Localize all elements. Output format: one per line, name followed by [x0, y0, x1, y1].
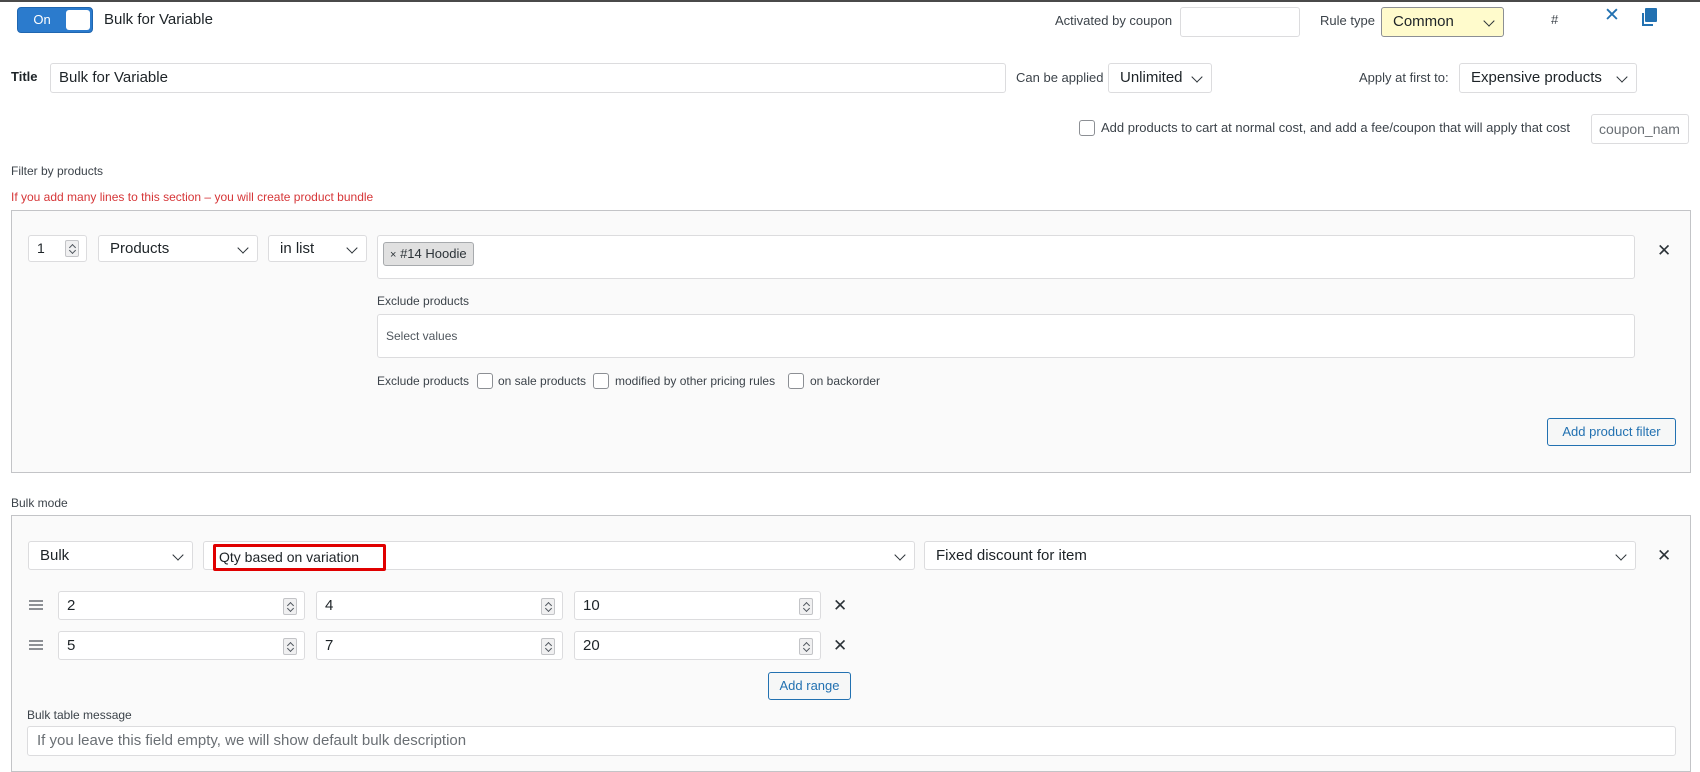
- filter-condition-value: in list: [280, 240, 315, 257]
- drag-handle-icon[interactable]: [29, 640, 43, 650]
- modified-checkbox[interactable]: [593, 373, 609, 389]
- filter-type-value: Products: [110, 240, 170, 257]
- chevron-down-icon: [1616, 71, 1628, 83]
- rule-type-value: Common: [1393, 13, 1454, 30]
- range-value: 10: [583, 597, 600, 614]
- range-value: 20: [583, 637, 600, 654]
- tag-label: #14 Hoodie: [400, 246, 467, 261]
- modified-label: modified by other pricing rules: [615, 374, 776, 388]
- title-input[interactable]: Bulk for Variable: [50, 63, 1006, 93]
- bulk-mode-select[interactable]: Bulk: [28, 541, 193, 570]
- qty-based-value: Qty based on variation: [219, 549, 360, 565]
- on-sale-label: on sale products: [498, 374, 587, 388]
- exclude-products-options-label: Exclude products: [377, 374, 470, 388]
- fee-coupon-checkbox[interactable]: [1079, 120, 1095, 136]
- copy-icon[interactable]: [1642, 8, 1657, 26]
- bulk-mode-value: Bulk: [40, 547, 70, 564]
- bulk-table-message-placeholder: If you leave this field empty, we will s…: [37, 732, 467, 749]
- toggle-label: On: [33, 12, 51, 27]
- stepper-icon[interactable]: [65, 240, 79, 257]
- rule-type-label: Rule type: [1320, 13, 1375, 28]
- range-2-value[interactable]: 20: [574, 631, 821, 660]
- close-icon[interactable]: ✕: [1604, 6, 1620, 26]
- range-1-from[interactable]: 2: [58, 591, 305, 620]
- range-to-value: 7: [325, 637, 334, 654]
- chevron-down-icon: [172, 549, 184, 561]
- chevron-down-icon: [1483, 15, 1495, 27]
- can-be-applied-value: Unlimited: [1120, 69, 1183, 86]
- add-product-filter-button[interactable]: Add product filter: [1547, 418, 1676, 446]
- activated-by-coupon-input[interactable]: [1180, 7, 1300, 37]
- filter-qty-input[interactable]: 1: [28, 235, 87, 262]
- chevron-down-icon: [237, 242, 249, 254]
- range-from-value: 5: [67, 637, 76, 654]
- remove-filter-icon[interactable]: ✕: [1657, 241, 1671, 261]
- remove-range-icon[interactable]: ✕: [833, 636, 847, 656]
- stepper-icon[interactable]: [283, 638, 297, 655]
- fee-coupon-label: Add products to cart at normal cost, and…: [1101, 120, 1570, 135]
- backorder-checkbox[interactable]: [788, 373, 804, 389]
- filter-type-select[interactable]: Products: [98, 235, 258, 262]
- discount-type-select[interactable]: Fixed discount for item: [924, 541, 1636, 570]
- bulk-table-message-input[interactable]: If you leave this field empty, we will s…: [27, 726, 1676, 756]
- title-label: Title: [11, 69, 38, 84]
- exclude-placeholder: Select values: [386, 329, 458, 343]
- tag-remove-icon[interactable]: ×: [390, 249, 396, 261]
- stepper-icon[interactable]: [799, 638, 813, 655]
- activated-by-coupon-label: Activated by coupon: [1055, 13, 1173, 28]
- exclude-products-input[interactable]: Select values: [377, 314, 1635, 358]
- range-2-from[interactable]: 5: [58, 631, 305, 660]
- rule-name: Bulk for Variable: [104, 11, 213, 28]
- filter-products-multiselect[interactable]: [377, 235, 1635, 279]
- qty-based-highlight: Qty based on variation: [213, 544, 386, 571]
- apply-first-value: Expensive products: [1471, 69, 1602, 86]
- rule-hash: #: [1551, 12, 1559, 27]
- chevron-down-icon: [1191, 71, 1203, 83]
- bulk-table-message-label: Bulk table message: [27, 708, 132, 722]
- backorder-label: on backorder: [810, 374, 881, 388]
- top-border: [0, 0, 1700, 2]
- exclude-label: Exclude products: [377, 294, 470, 308]
- add-range-button[interactable]: Add range: [768, 672, 851, 700]
- apply-first-select[interactable]: Expensive products: [1459, 63, 1637, 93]
- coupon-name-placeholder: coupon_nam: [1599, 121, 1680, 137]
- can-be-applied-label: Can be applied: [1016, 70, 1104, 85]
- filter-qty-value: 1: [37, 240, 45, 256]
- stepper-icon[interactable]: [541, 638, 555, 655]
- chevron-down-icon: [894, 549, 906, 561]
- filter-condition-select[interactable]: in list: [268, 235, 367, 262]
- toggle-knob: [66, 10, 90, 30]
- apply-first-label: Apply at first to:: [1359, 70, 1449, 85]
- on-sale-checkbox[interactable]: [477, 373, 493, 389]
- rule-type-select[interactable]: Common: [1381, 7, 1504, 37]
- range-from-value: 2: [67, 597, 76, 614]
- remove-bulk-icon[interactable]: ✕: [1657, 546, 1671, 566]
- range-to-value: 4: [325, 597, 334, 614]
- chevron-down-icon: [346, 242, 358, 254]
- can-be-applied-select[interactable]: Unlimited: [1108, 63, 1212, 93]
- chevron-down-icon: [1615, 549, 1627, 561]
- stepper-icon[interactable]: [283, 598, 297, 615]
- filter-section-title: Filter by products: [11, 164, 104, 178]
- discount-type-value: Fixed discount for item: [936, 547, 1087, 564]
- rule-enabled-toggle[interactable]: On: [17, 7, 93, 33]
- range-1-value[interactable]: 10: [574, 591, 821, 620]
- drag-handle-icon[interactable]: [29, 600, 43, 610]
- bulk-section-title: Bulk mode: [11, 496, 68, 510]
- product-tag: × #14 Hoodie: [383, 242, 474, 266]
- range-2-to[interactable]: 7: [316, 631, 563, 660]
- bundle-warning: If you add many lines to this section – …: [11, 190, 374, 204]
- coupon-name-input[interactable]: coupon_nam: [1591, 114, 1689, 144]
- stepper-icon[interactable]: [799, 598, 813, 615]
- range-1-to[interactable]: 4: [316, 591, 563, 620]
- stepper-icon[interactable]: [541, 598, 555, 615]
- remove-range-icon[interactable]: ✕: [833, 596, 847, 616]
